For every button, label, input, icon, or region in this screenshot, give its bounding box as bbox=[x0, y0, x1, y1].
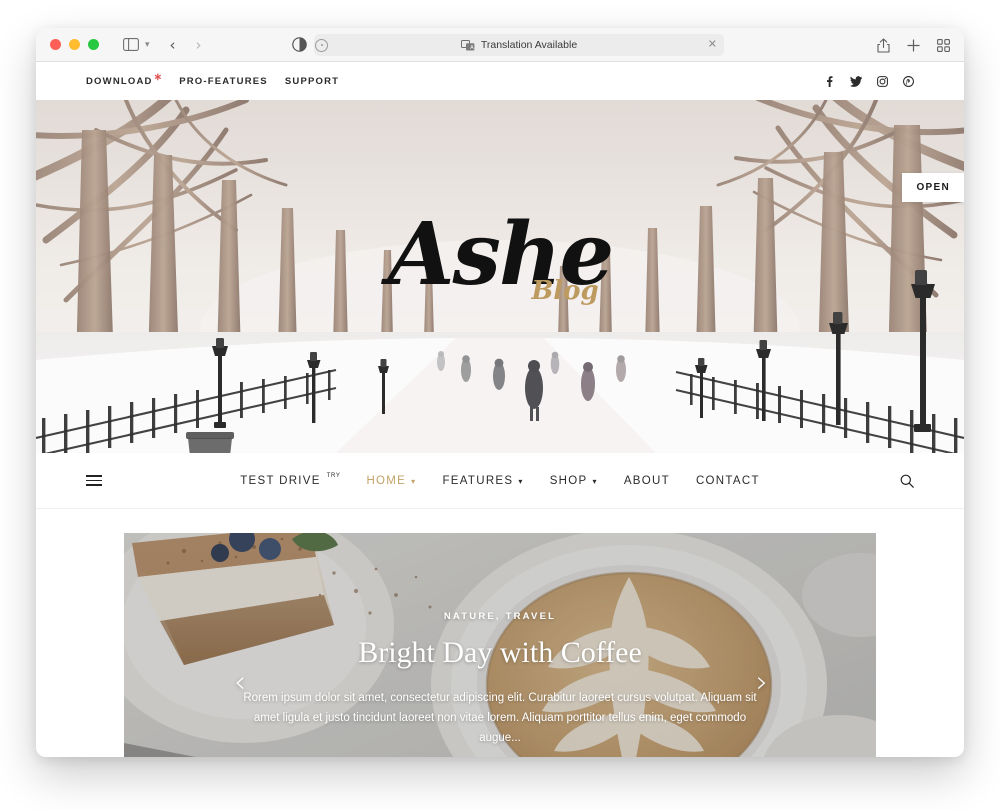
open-button[interactable]: OPEN bbox=[902, 173, 964, 202]
nav-item-contact[interactable]: CONTACT bbox=[696, 475, 760, 487]
featured-slider: ‹ › NATURE, TRAVEL Bright Day with Coffe… bbox=[36, 509, 964, 757]
nav-item-features[interactable]: FEATURES ▾ bbox=[442, 475, 523, 487]
maximize-window-button[interactable] bbox=[88, 39, 99, 50]
slider-next-button[interactable]: › bbox=[756, 668, 768, 698]
search-icon[interactable] bbox=[900, 474, 914, 488]
nav-item-home-label: HOME bbox=[366, 474, 407, 487]
hamburger-line bbox=[86, 479, 102, 482]
site-logo: Ashe Blog bbox=[36, 212, 964, 307]
hamburger-menu-icon[interactable] bbox=[86, 475, 102, 486]
nav-item-shop-label: SHOP bbox=[549, 474, 588, 487]
chevron-down-icon: ▾ bbox=[518, 476, 524, 486]
address-text: Translation Available bbox=[480, 39, 578, 51]
sidebar-icon[interactable] bbox=[123, 38, 139, 51]
tab-overview-icon[interactable] bbox=[937, 38, 950, 52]
sidebar-dropdown-icon[interactable]: ▾ bbox=[145, 39, 150, 50]
minimize-window-button[interactable] bbox=[69, 39, 80, 50]
chevron-down-icon: ▾ bbox=[411, 476, 417, 486]
slider-prev-button[interactable]: ‹ bbox=[234, 668, 246, 698]
slide-excerpt: Rorem ipsum dolor sit amet, consectetur … bbox=[243, 692, 757, 745]
forward-button[interactable]: › bbox=[196, 36, 202, 54]
nav-menu: TEST DRIVE TRY HOME ▾ FEATURES ▾ SHOP ▾ ABOU… bbox=[36, 472, 964, 487]
close-icon[interactable]: ✕ bbox=[708, 39, 717, 51]
back-button[interactable]: ‹ bbox=[170, 36, 176, 54]
hamburger-line bbox=[86, 475, 102, 477]
utility-link-download[interactable]: DOWNLOAD∗ bbox=[86, 72, 162, 87]
nav-item-about[interactable]: ABOUT bbox=[624, 475, 670, 487]
toolbar-actions bbox=[877, 28, 950, 62]
site-logo-subtext: Blog bbox=[531, 276, 599, 306]
address-field[interactable]: A Translation Available ✕ bbox=[314, 34, 724, 56]
utility-link-download-label: DOWNLOAD bbox=[86, 75, 153, 87]
facebook-icon[interactable] bbox=[824, 75, 835, 87]
social-links bbox=[824, 75, 914, 87]
pinterest-icon[interactable] bbox=[903, 75, 914, 87]
site-main-nav: TEST DRIVE TRY HOME ▾ FEATURES ▾ SHOP ▾ ABOU… bbox=[36, 453, 964, 509]
nav-item-test-drive-label: TEST DRIVE bbox=[240, 474, 321, 487]
chevron-down-icon: ▾ bbox=[592, 476, 598, 486]
browser-window: ▾ ‹ › A Translation Available ✕ DOWNLOAD… bbox=[36, 28, 964, 757]
nav-item-home[interactable]: HOME ▾ bbox=[366, 475, 416, 487]
hamburger-line bbox=[86, 484, 102, 486]
instagram-icon[interactable] bbox=[877, 75, 888, 87]
close-window-button[interactable] bbox=[50, 39, 61, 50]
page-viewport: DOWNLOAD∗ PRO-FEATURES SUPPORT Ashe Blog… bbox=[36, 62, 964, 757]
slide-category[interactable]: NATURE, TRAVEL bbox=[202, 611, 798, 622]
new-badge-icon: ∗ bbox=[153, 71, 164, 83]
nav-item-shop[interactable]: SHOP ▾ bbox=[550, 475, 598, 487]
browser-toolbar: ▾ ‹ › A Translation Available ✕ bbox=[36, 28, 964, 62]
utility-link-pro-features[interactable]: PRO-FEATURES bbox=[179, 76, 268, 87]
utility-links: DOWNLOAD∗ PRO-FEATURES SUPPORT bbox=[86, 72, 339, 87]
page-settings-icon[interactable] bbox=[315, 38, 328, 52]
share-icon[interactable] bbox=[877, 37, 890, 53]
navigation-arrows: ‹ › bbox=[170, 36, 202, 54]
utility-link-support[interactable]: SUPPORT bbox=[285, 76, 339, 87]
reader-mode-icon[interactable] bbox=[292, 37, 307, 52]
site-utility-bar: DOWNLOAD∗ PRO-FEATURES SUPPORT bbox=[36, 62, 964, 100]
window-controls bbox=[50, 39, 99, 50]
nav-item-test-drive[interactable]: TEST DRIVE TRY bbox=[240, 472, 341, 487]
slide-title[interactable]: Bright Day with Coffee bbox=[202, 636, 798, 670]
nav-item-test-drive-sup: TRY bbox=[326, 472, 341, 479]
twitter-icon[interactable] bbox=[850, 75, 862, 87]
hero-banner: Ashe Blog OPEN bbox=[36, 100, 964, 453]
translate-icon[interactable]: A bbox=[460, 39, 475, 51]
nav-item-features-label: FEATURES bbox=[442, 474, 514, 487]
slide: ‹ › NATURE, TRAVEL Bright Day with Coffe… bbox=[124, 533, 876, 757]
new-tab-icon[interactable] bbox=[907, 38, 920, 52]
address-bar[interactable]: A Translation Available ✕ bbox=[314, 34, 724, 56]
